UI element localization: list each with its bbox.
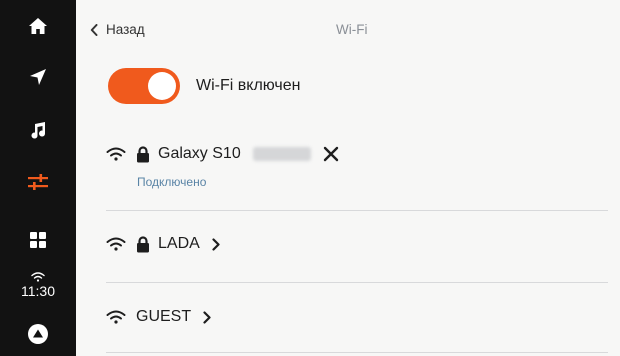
chevron-left-icon <box>90 23 98 36</box>
wifi-signal-icon <box>106 237 126 251</box>
wifi-toggle-label: Wi-Fi включен <box>196 77 301 94</box>
settings-sliders-icon <box>28 174 48 190</box>
network-name: LADA <box>158 235 200 252</box>
network-item[interactable]: Galaxy S10 <box>106 145 339 163</box>
toggle-knob <box>148 72 176 100</box>
close-icon[interactable] <box>323 146 339 162</box>
sidebar-item-music[interactable] <box>0 108 76 152</box>
divider <box>106 282 608 283</box>
navigation-arrow-icon <box>30 69 46 85</box>
clock-time: 11:30 <box>21 283 55 299</box>
chevron-right-icon <box>203 310 211 324</box>
chevron-right-icon <box>212 237 220 251</box>
wifi-signal-icon <box>106 310 126 324</box>
network-name: GUEST <box>136 308 192 325</box>
network-item[interactable]: GUEST <box>106 308 211 326</box>
screen: 11:30 Назад Wi-Fi Wi-Fi включен Galaxy S… <box>0 0 620 356</box>
main-panel: Назад Wi-Fi Wi-Fi включен Galaxy S10 Под <box>76 0 620 356</box>
alice-assistant-icon <box>28 324 48 344</box>
back-button[interactable]: Назад <box>90 22 145 37</box>
divider <box>106 352 608 353</box>
network-status: Подключено <box>137 175 207 189</box>
network-name: Galaxy S10 <box>158 145 241 162</box>
back-label: Назад <box>106 22 145 37</box>
divider <box>106 210 608 211</box>
lock-icon <box>137 235 149 252</box>
sidebar-item-home[interactable] <box>0 4 76 48</box>
page-title: Wi-Fi <box>336 22 368 37</box>
sidebar-item-alice[interactable] <box>0 312 76 356</box>
sidebar-item-apps[interactable] <box>0 218 76 262</box>
wifi-signal-icon <box>106 147 126 161</box>
lock-icon <box>137 145 149 162</box>
status-clock: 11:30 <box>0 272 76 299</box>
apps-grid-icon <box>30 232 46 248</box>
home-icon <box>29 18 47 34</box>
redacted-text <box>252 147 311 161</box>
sidebar: 11:30 <box>0 0 76 356</box>
music-note-icon <box>31 122 46 139</box>
network-item[interactable]: LADA <box>106 235 220 253</box>
wifi-status-icon <box>31 272 45 282</box>
wifi-toggle[interactable] <box>108 68 180 104</box>
sidebar-item-settings[interactable] <box>0 160 76 204</box>
sidebar-item-navigation[interactable] <box>0 55 76 99</box>
